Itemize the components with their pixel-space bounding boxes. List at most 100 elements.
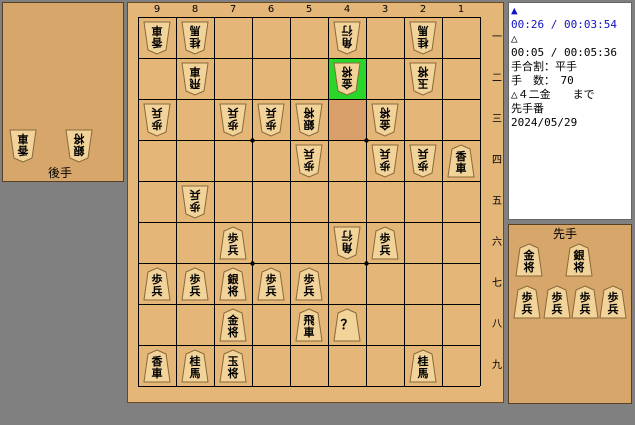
rank-number: 八	[492, 319, 502, 330]
star-point	[250, 261, 255, 266]
piece-label: 銀	[73, 144, 85, 157]
piece-label: 兵	[521, 303, 533, 316]
gote-piece[interactable]: 香車	[9, 129, 37, 163]
piece-label: 歩	[579, 291, 591, 304]
sente-piece[interactable]: 歩兵	[513, 285, 541, 319]
gote-mark: △	[511, 32, 518, 45]
gote-piece[interactable]: 桂馬	[409, 21, 437, 55]
gote-piece[interactable]: 歩兵	[143, 103, 171, 137]
piece-label: 兵	[303, 147, 315, 160]
shogi-board[interactable]: 香車桂馬角行桂馬飛車金将玉将歩兵歩兵歩兵銀将金将歩兵歩兵歩兵香車歩兵歩兵角行歩兵…	[127, 2, 504, 403]
piece-label: 馬	[417, 24, 429, 37]
piece-label: 香	[151, 36, 163, 49]
piece-label: 金	[227, 314, 239, 327]
sente-piece[interactable]: 銀将	[565, 243, 593, 277]
gote-piece[interactable]: 香車	[143, 21, 171, 55]
gote-piece[interactable]: 金将	[371, 103, 399, 137]
sente-piece[interactable]: 玉将	[219, 349, 247, 383]
piece-label: 香	[455, 150, 467, 163]
piece-label: 兵	[379, 147, 391, 160]
file-number: 7	[229, 4, 237, 15]
sente-mark: ▲	[511, 4, 518, 17]
piece-label: 兵	[189, 188, 201, 201]
sente-piece[interactable]: 香車	[447, 144, 475, 178]
piece-label: 桂	[189, 36, 201, 49]
file-number: 9	[153, 4, 161, 15]
gote-piece[interactable]: 歩兵	[295, 144, 323, 178]
piece-label: 飛	[303, 314, 315, 327]
piece-label: 車	[151, 367, 163, 380]
piece-label: 車	[189, 65, 201, 78]
sente-piece[interactable]: 桂馬	[181, 349, 209, 383]
piece-label: 兵	[303, 285, 315, 298]
file-number: 8	[191, 4, 199, 15]
gote-piece[interactable]: 歩兵	[409, 144, 437, 178]
sente-piece[interactable]: 歩兵	[571, 285, 599, 319]
sente-piece[interactable]: 歩兵	[143, 267, 171, 301]
handicap-text: 手合割：平手	[511, 60, 577, 73]
piece-label: 玉	[227, 355, 239, 368]
sente-piece[interactable]: 香車	[143, 349, 171, 383]
piece-label: 歩	[303, 159, 315, 172]
sente-piece[interactable]: ？	[333, 308, 361, 342]
piece-label: 銀	[303, 118, 315, 131]
sente-piece[interactable]: 歩兵	[295, 267, 323, 301]
gote-piece[interactable]: 銀将	[65, 129, 93, 163]
piece-label: 将	[573, 261, 585, 274]
piece-label: 将	[227, 326, 239, 339]
piece-label: 馬	[189, 24, 201, 37]
piece-label: 兵	[227, 106, 239, 119]
gote-piece[interactable]: 歩兵	[371, 144, 399, 178]
sente-piece[interactable]: 歩兵	[181, 267, 209, 301]
piece-label: 桂	[189, 355, 201, 368]
sente-piece[interactable]: 飛車	[295, 308, 323, 342]
gote-piece[interactable]: 歩兵	[181, 185, 209, 219]
piece-label: 歩	[227, 232, 239, 245]
sente-piece[interactable]: 歩兵	[371, 226, 399, 260]
piece-label: 桂	[417, 355, 429, 368]
gote-time: 00:05 / 00:05:36	[511, 46, 617, 59]
rank-number: 五	[492, 196, 502, 207]
piece-label: 歩	[265, 273, 277, 286]
gote-piece[interactable]: 歩兵	[257, 103, 285, 137]
piece-label: 歩	[303, 273, 315, 286]
board-grid[interactable]: 香車桂馬角行桂馬飛車金将玉将歩兵歩兵歩兵銀将金将歩兵歩兵歩兵香車歩兵歩兵角行歩兵…	[138, 17, 481, 387]
piece-label: 車	[455, 162, 467, 175]
sente-piece[interactable]: 歩兵	[219, 226, 247, 260]
gote-piece[interactable]: 桂馬	[181, 21, 209, 55]
sente-piece-stand[interactable]: 先手 金将銀将歩兵歩兵歩兵歩兵	[508, 224, 632, 404]
piece-label: 桂	[417, 36, 429, 49]
sente-piece[interactable]: 金将	[515, 243, 543, 277]
gote-piece[interactable]: 金将	[333, 62, 361, 96]
gote-piece[interactable]: 角行	[333, 226, 361, 260]
sente-piece[interactable]: 銀将	[219, 267, 247, 301]
turn-text: 先手番	[511, 102, 544, 115]
piece-label: 歩	[265, 118, 277, 131]
sente-piece[interactable]: 桂馬	[409, 349, 437, 383]
piece-label: 金	[379, 118, 391, 131]
piece-label: 銀	[573, 249, 585, 262]
gote-piece[interactable]: 角行	[333, 21, 361, 55]
file-number: 1	[457, 4, 465, 15]
piece-label: 兵	[151, 106, 163, 119]
piece-label: 香	[17, 144, 29, 157]
sente-piece[interactable]: 歩兵	[599, 285, 627, 319]
piece-label: 車	[303, 326, 315, 339]
piece-label: 歩	[521, 291, 533, 304]
piece-label: 行	[341, 24, 353, 37]
star-point	[250, 138, 255, 143]
file-number: 3	[381, 4, 389, 15]
piece-label: ？	[340, 318, 354, 333]
gote-piece-stand[interactable]: 後手 香車銀将	[2, 2, 124, 182]
sente-piece[interactable]: 金将	[219, 308, 247, 342]
piece-label: 歩	[189, 200, 201, 213]
gote-piece[interactable]: 歩兵	[219, 103, 247, 137]
sente-piece[interactable]: 歩兵	[257, 267, 285, 301]
gote-piece[interactable]: 銀将	[295, 103, 323, 137]
gote-piece[interactable]: 玉将	[409, 62, 437, 96]
gote-piece[interactable]: 飛車	[181, 62, 209, 96]
sente-piece[interactable]: 歩兵	[543, 285, 571, 319]
piece-label: 兵	[265, 285, 277, 298]
piece-label: 将	[341, 65, 353, 78]
piece-label: 玉	[417, 77, 429, 90]
